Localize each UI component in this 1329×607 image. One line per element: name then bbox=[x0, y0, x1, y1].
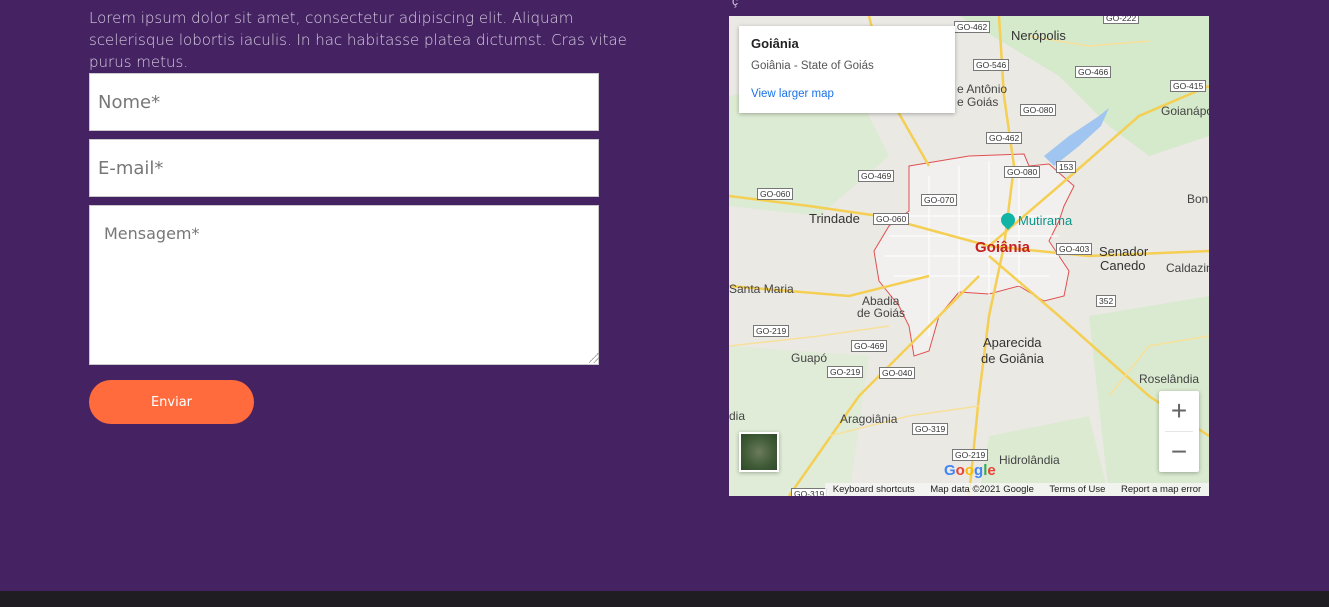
map-label-aparecida: Aparecida bbox=[983, 335, 1042, 350]
map-label-hidrolandia: Hidrolândia bbox=[999, 453, 1060, 467]
map-label-trindade: Trindade bbox=[809, 211, 860, 226]
road-shield: 352 bbox=[1096, 295, 1117, 307]
road-shield: GO-403 bbox=[1056, 243, 1093, 255]
map-label-de-goiania: de Goiânia bbox=[981, 351, 1044, 366]
send-button[interactable]: Enviar bbox=[89, 380, 254, 424]
info-window-address: Goiânia - State of Goiás bbox=[751, 60, 874, 72]
road-shield: GO-469 bbox=[858, 170, 895, 182]
road-shield: GO-319 bbox=[912, 423, 949, 435]
satellite-toggle-button[interactable] bbox=[739, 432, 779, 472]
cut-off-heading: ç bbox=[732, 0, 738, 8]
map-label-canedo: Canedo bbox=[1100, 258, 1146, 273]
message-textarea[interactable] bbox=[89, 205, 599, 365]
map-label-guapo: Guapó bbox=[791, 351, 828, 365]
map-label-santa-maria: Santa Maria bbox=[729, 282, 794, 296]
map-data-text: Map data ©2021 Google bbox=[930, 484, 1034, 495]
google-logo: Google bbox=[944, 462, 996, 479]
map-label-roselandia: Roselândia bbox=[1139, 372, 1200, 386]
map-info-window: Goiânia Goiânia - State of Goiás View la… bbox=[739, 26, 955, 113]
map-label-mutirama: Mutirama bbox=[998, 210, 1072, 230]
road-shield: GO-546 bbox=[973, 59, 1010, 71]
map-label-neropolis: Nerópolis bbox=[1011, 28, 1066, 43]
map-label-de-goias: e Goiás bbox=[957, 95, 999, 109]
resize-grip-icon[interactable] bbox=[589, 353, 599, 363]
map-label-goiania: Goiânia bbox=[975, 239, 1031, 256]
map-label-bon: Bon bbox=[1187, 192, 1209, 206]
map-label-abadia-de-goias: de Goiás bbox=[857, 306, 906, 320]
road-shield: GO-080 bbox=[1020, 104, 1057, 116]
road-shield: GO-080 bbox=[1004, 166, 1041, 178]
intro-text: Lorem ipsum dolor sit amet, consectetur … bbox=[89, 9, 627, 71]
road-shield: GO-060 bbox=[757, 188, 794, 200]
road-shield: GO-319 bbox=[791, 488, 828, 496]
keyboard-shortcuts-link[interactable]: Keyboard shortcuts bbox=[833, 483, 915, 496]
map-label-caldazin: Caldazin bbox=[1166, 261, 1209, 275]
road-shield: GO-462 bbox=[954, 21, 991, 33]
map-label-senador: Senador bbox=[1099, 244, 1149, 259]
road-shield: GO-469 bbox=[851, 340, 888, 352]
road-shield: GO-219 bbox=[952, 449, 989, 461]
map-label-dia: dia bbox=[729, 409, 746, 423]
map-label-goianapolis: Goianápolis bbox=[1161, 104, 1209, 118]
name-input[interactable] bbox=[89, 73, 599, 131]
road-shield: GO-222 bbox=[1103, 16, 1140, 24]
map-attribution-bar: Keyboard shortcuts Map data ©2021 Google… bbox=[825, 483, 1209, 496]
road-shield: GO-462 bbox=[986, 132, 1023, 144]
view-larger-map-link[interactable]: View larger map bbox=[751, 88, 943, 100]
map-label-santo-antonio: e Antônio bbox=[957, 82, 1008, 96]
road-shield: GO-060 bbox=[873, 213, 910, 225]
road-shield: GO-219 bbox=[827, 366, 864, 378]
road-shield: GO-219 bbox=[753, 325, 790, 337]
map-label-aragoiania: Aragoiânia bbox=[840, 412, 898, 426]
terms-of-use-link[interactable]: Terms of Use bbox=[1049, 483, 1105, 496]
footer-bar bbox=[0, 591, 1329, 607]
road-shield: GO-040 bbox=[879, 367, 916, 379]
map-embed[interactable]: Nerópolis e Antônio e Goiás Goianápolis … bbox=[729, 16, 1209, 496]
email-input[interactable] bbox=[89, 139, 599, 197]
place-pin-icon bbox=[998, 210, 1018, 230]
road-shield: 153 bbox=[1056, 161, 1077, 173]
info-window-title: Goiânia bbox=[751, 36, 799, 51]
road-shield: GO-466 bbox=[1075, 66, 1112, 78]
zoom-control: + − bbox=[1159, 391, 1199, 472]
road-shield: GO-070 bbox=[921, 194, 958, 206]
road-shield: GO-415 bbox=[1170, 80, 1207, 92]
zoom-in-button[interactable]: + bbox=[1159, 391, 1199, 431]
report-map-error-link[interactable]: Report a map error bbox=[1121, 483, 1201, 496]
zoom-out-button[interactable]: − bbox=[1159, 432, 1199, 472]
